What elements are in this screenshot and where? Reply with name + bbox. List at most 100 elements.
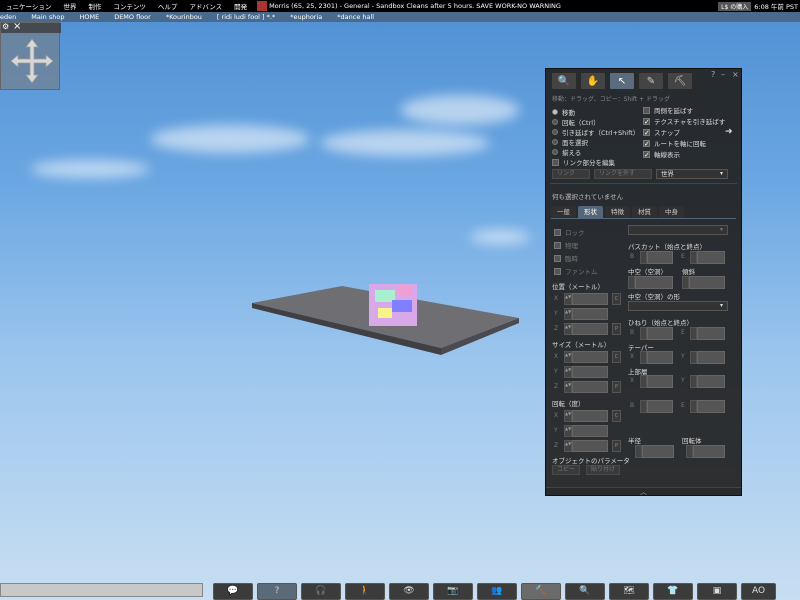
value-box[interactable] bbox=[572, 425, 608, 437]
build-hammer-icon[interactable]: 🔨 bbox=[521, 583, 561, 600]
favorite-main-shop[interactable]: Main shop bbox=[21, 12, 69, 22]
close-icon[interactable]: × bbox=[13, 22, 21, 32]
stretch-both-checkbox[interactable]: 両側を延ばす bbox=[643, 105, 693, 115]
copy-position-button[interactable]: C bbox=[612, 293, 621, 305]
value-box[interactable] bbox=[572, 440, 608, 452]
collapse-chevron-icon[interactable]: ︿ bbox=[546, 487, 741, 496]
chat-input[interactable] bbox=[0, 583, 203, 597]
favorite-kourinbou[interactable]: *Kourinbou bbox=[156, 12, 207, 22]
position-y-spinner[interactable]: ▲▼ bbox=[564, 308, 608, 320]
value-box[interactable] bbox=[572, 410, 608, 422]
path-cut-e-input[interactable] bbox=[697, 251, 725, 264]
path-cut-b-input[interactable] bbox=[647, 251, 673, 264]
size-x-spinner[interactable]: ▲▼ bbox=[564, 351, 608, 363]
building-block-dropdown[interactable]: ▾ bbox=[628, 225, 728, 235]
magnifier-icon[interactable]: 🔍 bbox=[551, 72, 577, 90]
shear-x-stepper[interactable] bbox=[640, 375, 647, 388]
rotate-root-checkbox[interactable]: ✓ ルートを軸に回転 bbox=[643, 138, 706, 148]
copy-rotation-button[interactable]: C bbox=[612, 410, 621, 422]
tab-content[interactable]: 中身 bbox=[659, 206, 684, 218]
size-y-spinner[interactable]: ▲▼ bbox=[564, 366, 608, 378]
paste-params-button[interactable]: 貼り付け bbox=[586, 465, 620, 475]
favorite-euphoria[interactable]: *euphoria bbox=[280, 12, 327, 22]
headset-icon[interactable]: 🎧 bbox=[301, 583, 341, 600]
mode-stretch[interactable]: 引き延ばす（Ctrl+Shift） bbox=[552, 127, 639, 137]
mode-align[interactable]: 揃える bbox=[552, 147, 581, 157]
menu-develop[interactable]: 開発 bbox=[228, 1, 253, 11]
revolutions-stepper[interactable] bbox=[686, 445, 693, 458]
linden-balance-button[interactable]: L$ の購入 bbox=[718, 1, 752, 11]
gear-icon[interactable]: ⚙ bbox=[2, 22, 9, 31]
inventory-box-icon[interactable]: ▣ bbox=[697, 583, 737, 600]
lock-checkbox[interactable]: ロック bbox=[554, 227, 585, 237]
paste-position-button[interactable]: P bbox=[612, 323, 621, 335]
unlink-button[interactable]: リンクを外す bbox=[594, 169, 652, 179]
show-axes-checkbox[interactable]: ✓ 軸線表示 bbox=[643, 149, 680, 159]
menu-help[interactable]: ヘルプ bbox=[152, 1, 184, 11]
mode-rotate[interactable]: 回転（Ctrl） bbox=[552, 117, 600, 127]
twist-b-stepper[interactable] bbox=[640, 327, 647, 340]
walk-icon[interactable]: 🚶 bbox=[345, 583, 385, 600]
menu-content[interactable]: コンテンツ bbox=[107, 1, 152, 11]
taper-x-stepper[interactable] bbox=[640, 351, 647, 364]
physical-checkbox[interactable]: 物理 bbox=[554, 240, 578, 250]
camera-icon[interactable]: 📷 bbox=[433, 583, 473, 600]
path-cut-e-stepper[interactable] bbox=[690, 251, 697, 264]
shear-y-input[interactable] bbox=[697, 375, 725, 388]
slice-b-input[interactable] bbox=[647, 400, 673, 413]
pan-arrows-icon[interactable] bbox=[10, 37, 54, 85]
hollow-input[interactable] bbox=[635, 276, 673, 289]
taper-y-input[interactable] bbox=[697, 351, 725, 364]
skew-stepper[interactable] bbox=[682, 276, 689, 289]
value-box[interactable] bbox=[572, 381, 608, 393]
stretch-textures-checkbox[interactable]: ✓ テクスチャを引き延ばす bbox=[643, 116, 725, 126]
slice-e-input[interactable] bbox=[697, 400, 725, 413]
rotation-x-spinner[interactable]: ▲▼ bbox=[564, 410, 608, 422]
speak-icon[interactable]: ? bbox=[257, 583, 297, 600]
paste-rotation-button[interactable]: P bbox=[612, 440, 621, 452]
size-z-spinner[interactable]: ▲▼ bbox=[564, 381, 608, 393]
favorite-home[interactable]: HOME bbox=[69, 12, 104, 22]
menu-advanced[interactable]: アドバンス bbox=[183, 1, 228, 11]
help-button[interactable]: ? bbox=[711, 70, 715, 79]
people-icon[interactable]: 👥 bbox=[477, 583, 517, 600]
favorite-ridi-ludi-fool[interactable]: [ ridi ludi fool ] *.* bbox=[207, 12, 280, 22]
rotation-y-spinner[interactable]: ▲▼ bbox=[564, 425, 608, 437]
rotation-z-spinner[interactable]: ▲▼ bbox=[564, 440, 608, 452]
search-icon[interactable]: 🔍 bbox=[565, 583, 605, 600]
edit-arrow-icon[interactable]: ↖ bbox=[609, 72, 635, 90]
shear-y-stepper[interactable] bbox=[690, 375, 697, 388]
snap-checkbox[interactable]: ✓ スナップ bbox=[643, 127, 680, 137]
revolutions-input[interactable] bbox=[693, 445, 725, 458]
menu-world[interactable]: 世界 bbox=[57, 1, 82, 11]
ao-button[interactable]: AO bbox=[741, 583, 776, 600]
paste-size-button[interactable]: P bbox=[612, 381, 621, 393]
position-x-spinner[interactable]: ▲▼ bbox=[564, 293, 608, 305]
value-box[interactable] bbox=[572, 351, 608, 363]
radius-input[interactable] bbox=[642, 445, 674, 458]
value-box[interactable] bbox=[572, 366, 608, 378]
path-cut-b-stepper[interactable] bbox=[640, 251, 647, 264]
twist-b-input[interactable] bbox=[647, 327, 673, 340]
tab-object[interactable]: 形状 bbox=[578, 206, 603, 218]
eye-icon[interactable]: 👁 bbox=[389, 583, 429, 600]
slice-b-stepper[interactable] bbox=[640, 400, 647, 413]
shear-x-input[interactable] bbox=[647, 375, 673, 388]
twist-e-stepper[interactable] bbox=[690, 327, 697, 340]
minimize-button[interactable]: – bbox=[721, 70, 725, 79]
map-icon[interactable]: 🗺 bbox=[609, 583, 649, 600]
mode-move[interactable]: 移動 bbox=[552, 107, 575, 117]
menu-communicate[interactable]: ュニケーション bbox=[0, 1, 57, 11]
twist-e-input[interactable] bbox=[697, 327, 725, 340]
value-box[interactable] bbox=[572, 308, 608, 320]
mode-select-face[interactable]: 面を選択 bbox=[552, 137, 588, 147]
taper-x-input[interactable] bbox=[647, 351, 673, 364]
value-box[interactable] bbox=[572, 323, 608, 335]
favorite-demo-floor[interactable]: DEMO floor bbox=[104, 12, 156, 22]
tab-general[interactable]: 一般 bbox=[551, 206, 576, 218]
copy-params-button[interactable]: コピー bbox=[552, 465, 580, 475]
arrow-right-icon[interactable]: ➜ bbox=[725, 127, 733, 137]
hollow-shape-dropdown[interactable]: ▾ bbox=[628, 301, 728, 311]
position-z-spinner[interactable]: ▲▼ bbox=[564, 323, 608, 335]
radius-stepper[interactable] bbox=[635, 445, 642, 458]
